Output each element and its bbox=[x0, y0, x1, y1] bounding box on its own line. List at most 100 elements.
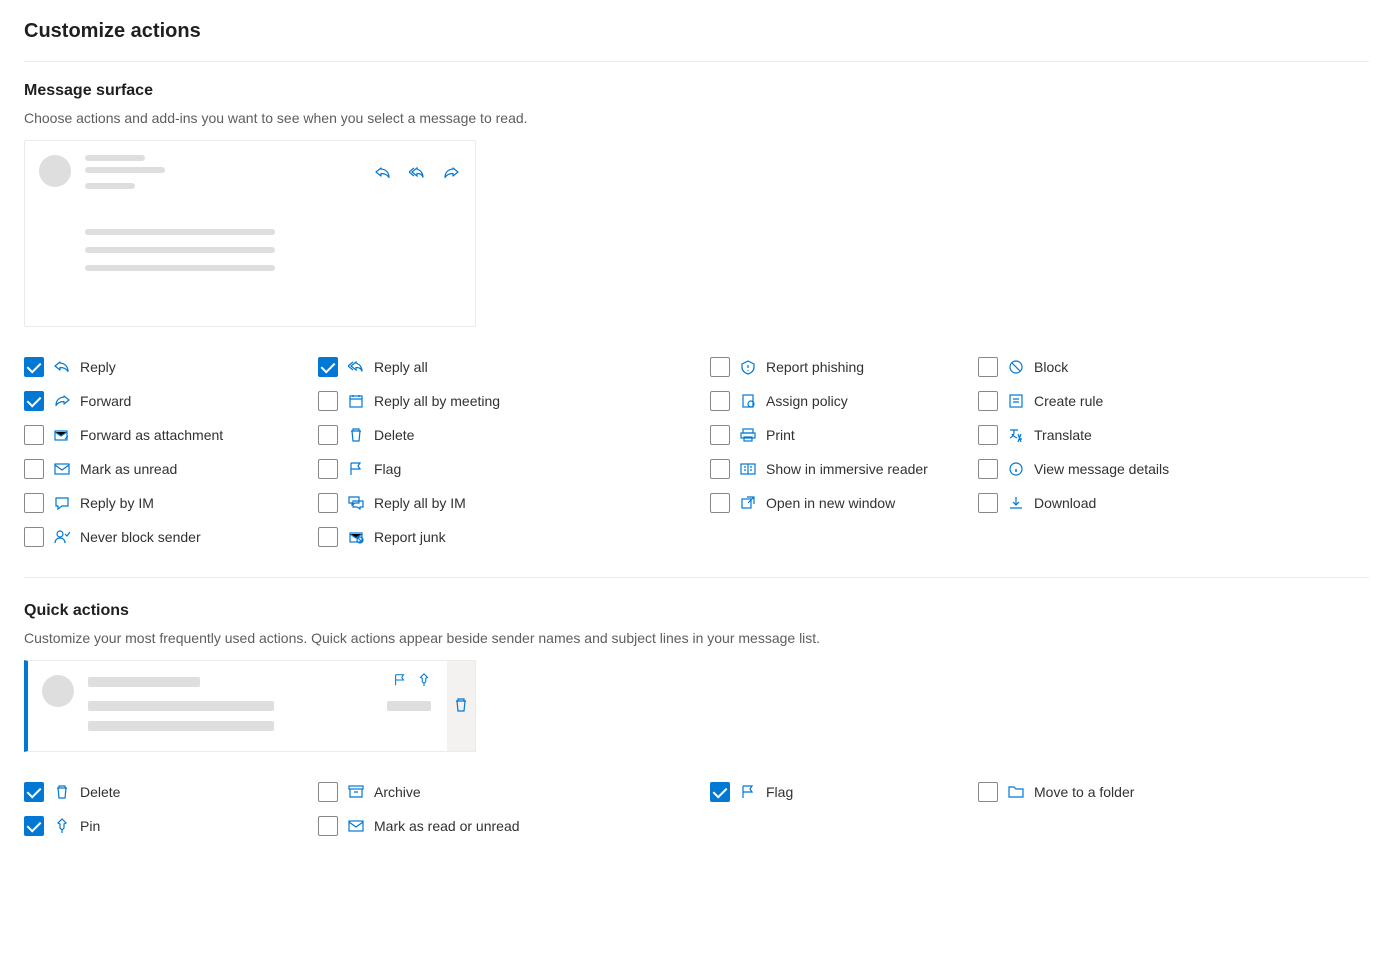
option-label: Mark as read or unread bbox=[374, 818, 520, 834]
attach-mail-icon bbox=[54, 427, 70, 443]
option-label: Move to a folder bbox=[1034, 784, 1134, 800]
placeholder-body bbox=[85, 229, 295, 283]
option-label: Open in new window bbox=[766, 495, 895, 511]
checkbox-download[interactable] bbox=[978, 493, 998, 513]
placeholder-line bbox=[85, 155, 145, 161]
option-label: Report junk bbox=[374, 529, 446, 545]
checkbox-forward-attachment[interactable] bbox=[24, 425, 44, 445]
option-delete[interactable]: Delete bbox=[318, 425, 710, 445]
checkbox-qa-delete[interactable] bbox=[24, 782, 44, 802]
option-block[interactable]: Block bbox=[978, 357, 1369, 377]
checkbox-reply-all[interactable] bbox=[318, 357, 338, 377]
allow-icon bbox=[54, 529, 70, 545]
option-label: Mark as unread bbox=[80, 461, 177, 477]
option-label: Pin bbox=[80, 818, 100, 834]
option-label: Flag bbox=[766, 784, 793, 800]
option-assign-policy[interactable]: Assign policy bbox=[710, 391, 978, 411]
checkbox-translate[interactable] bbox=[978, 425, 998, 445]
checkbox-delete[interactable] bbox=[318, 425, 338, 445]
checkbox-report-junk[interactable] bbox=[318, 527, 338, 547]
checkbox-qa-archive[interactable] bbox=[318, 782, 338, 802]
divider bbox=[24, 577, 1369, 578]
option-reply-all[interactable]: Reply all bbox=[318, 357, 710, 377]
checkbox-open-window[interactable] bbox=[710, 493, 730, 513]
checkbox-mark-unread[interactable] bbox=[24, 459, 44, 479]
checkbox-assign-policy[interactable] bbox=[710, 391, 730, 411]
placeholder-line bbox=[88, 677, 200, 687]
option-label: Flag bbox=[374, 461, 401, 477]
option-report-phishing[interactable]: Report phishing bbox=[710, 357, 978, 377]
checkbox-create-rule[interactable] bbox=[978, 391, 998, 411]
checkbox-reply-im[interactable] bbox=[24, 493, 44, 513]
quick-action-preview-card bbox=[24, 660, 476, 752]
junk-icon bbox=[348, 529, 364, 545]
option-label: Forward as attachment bbox=[80, 427, 223, 443]
mail-icon bbox=[54, 461, 70, 477]
reply-all-icon bbox=[348, 359, 364, 375]
option-label: Reply by IM bbox=[80, 495, 154, 511]
option-label: Show in immersive reader bbox=[766, 461, 928, 477]
option-label: Assign policy bbox=[766, 393, 848, 409]
option-qa-move[interactable]: Move to a folder bbox=[978, 782, 1369, 802]
reply-all-icon bbox=[409, 165, 425, 184]
checkbox-forward[interactable] bbox=[24, 391, 44, 411]
checkbox-report-phishing[interactable] bbox=[710, 357, 730, 377]
checkbox-print[interactable] bbox=[710, 425, 730, 445]
phish-icon bbox=[740, 359, 756, 375]
checkbox-block[interactable] bbox=[978, 357, 998, 377]
checkbox-reply-all-meeting[interactable] bbox=[318, 391, 338, 411]
details-icon bbox=[1008, 461, 1024, 477]
option-view-details[interactable]: View message details bbox=[978, 459, 1369, 479]
option-label: Reply all by IM bbox=[374, 495, 466, 511]
option-qa-flag[interactable]: Flag bbox=[710, 782, 978, 802]
section-title-message-surface: Message surface bbox=[24, 82, 1369, 100]
im-all-icon bbox=[348, 495, 364, 511]
im-icon bbox=[54, 495, 70, 511]
option-open-window[interactable]: Open in new window bbox=[710, 493, 978, 513]
option-mark-unread[interactable]: Mark as unread bbox=[24, 459, 318, 479]
option-forward[interactable]: Forward bbox=[24, 391, 318, 411]
option-reply-im[interactable]: Reply by IM bbox=[24, 493, 318, 513]
option-report-junk[interactable]: Report junk bbox=[318, 527, 710, 547]
option-reply[interactable]: Reply bbox=[24, 357, 318, 377]
reply-icon bbox=[54, 359, 70, 375]
option-forward-attachment[interactable]: Forward as attachment bbox=[24, 425, 318, 445]
avatar-placeholder bbox=[42, 675, 74, 707]
pin-icon bbox=[417, 673, 431, 690]
checkbox-reply-all-im[interactable] bbox=[318, 493, 338, 513]
option-translate[interactable]: Translate bbox=[978, 425, 1369, 445]
option-label: Forward bbox=[80, 393, 131, 409]
section-desc-quick-actions: Customize your most frequently used acti… bbox=[24, 630, 1369, 646]
option-label: Reply all bbox=[374, 359, 428, 375]
option-never-block[interactable]: Never block sender bbox=[24, 527, 318, 547]
option-download[interactable]: Download bbox=[978, 493, 1369, 513]
option-flag[interactable]: Flag bbox=[318, 459, 710, 479]
checkbox-qa-read[interactable] bbox=[318, 816, 338, 836]
option-label: Download bbox=[1034, 495, 1096, 511]
checkbox-view-details[interactable] bbox=[978, 459, 998, 479]
option-qa-pin[interactable]: Pin bbox=[24, 816, 318, 836]
checkbox-flag[interactable] bbox=[318, 459, 338, 479]
option-qa-archive[interactable]: Archive bbox=[318, 782, 710, 802]
checkbox-qa-move[interactable] bbox=[978, 782, 998, 802]
option-reply-all-meeting[interactable]: Reply all by meeting bbox=[318, 391, 710, 411]
checkbox-immersive[interactable] bbox=[710, 459, 730, 479]
placeholder-line bbox=[88, 701, 274, 711]
checkbox-qa-pin[interactable] bbox=[24, 816, 44, 836]
checkbox-qa-flag[interactable] bbox=[710, 782, 730, 802]
reader-icon bbox=[740, 461, 756, 477]
checkbox-never-block[interactable] bbox=[24, 527, 44, 547]
option-qa-delete[interactable]: Delete bbox=[24, 782, 318, 802]
download-icon bbox=[1008, 495, 1024, 511]
option-immersive[interactable]: Show in immersive reader bbox=[710, 459, 978, 479]
option-qa-read[interactable]: Mark as read or unread bbox=[318, 816, 710, 836]
flag-icon bbox=[740, 784, 756, 800]
section-title-quick-actions: Quick actions bbox=[24, 602, 1369, 620]
option-reply-all-im[interactable]: Reply all by IM bbox=[318, 493, 710, 513]
option-label: Print bbox=[766, 427, 795, 443]
checkbox-reply[interactable] bbox=[24, 357, 44, 377]
option-create-rule[interactable]: Create rule bbox=[978, 391, 1369, 411]
trash-icon bbox=[54, 784, 70, 800]
rule-icon bbox=[1008, 393, 1024, 409]
option-print[interactable]: Print bbox=[710, 425, 978, 445]
